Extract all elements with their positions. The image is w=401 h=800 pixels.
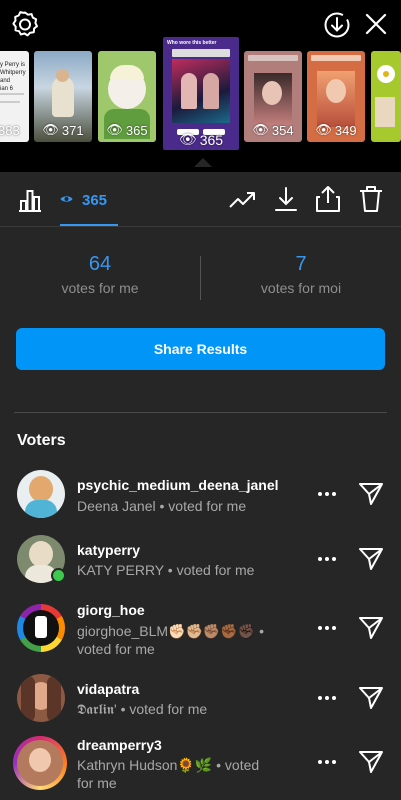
online-status-dot [51,568,66,583]
poll-label: votes for moi [260,280,342,296]
views-count: 365 [82,191,108,209]
voter-subtitle: KATY PERRY • voted for me [77,562,255,578]
view-count: 371 [61,122,84,138]
trending-icon[interactable] [229,188,257,212]
avatar[interactable] [17,604,65,652]
eye-icon: 👁 [252,122,269,137]
voter-username[interactable]: vidapatra [77,681,139,697]
delete-icon[interactable] [357,184,385,214]
story-thumbnail[interactable]: 👁 354 [244,51,302,142]
view-count: 365 [199,131,224,148]
voter-subtitle: Kathryn Hudson🌻🌿 • voted [77,757,260,773]
more-options-icon[interactable] [318,557,336,561]
share-icon[interactable] [314,184,342,214]
poll-divider [200,256,201,300]
eye-icon: 👁 [106,122,123,137]
avatar[interactable] [17,470,65,518]
send-icon[interactable] [358,616,384,645]
eye-icon: 👁 [315,122,332,137]
more-options-icon[interactable] [318,760,336,764]
send-icon[interactable] [358,686,384,715]
close-icon[interactable] [362,10,390,38]
send-icon[interactable] [358,482,384,511]
views-tab[interactable]: 365 [60,188,118,212]
download-circle-icon[interactable] [322,10,352,40]
story-thumbnail[interactable] [371,51,401,142]
poll-option-left: 64 votes for me [15,252,185,296]
voter-username[interactable]: katyperry [77,542,140,558]
story-thumbnail-selected[interactable]: Who wore this better 👁 365 [163,37,239,150]
tab-underline [60,224,118,226]
voter-subtitle: for me [77,775,117,791]
send-icon[interactable] [358,750,384,779]
avatar[interactable] [13,736,67,790]
view-count: 365 [125,122,148,138]
more-options-icon[interactable] [318,626,336,630]
story-text: ian 6 [0,86,14,92]
insights-bar-chart-icon[interactable] [16,186,44,214]
poll-option-right: 7 votes for moi [216,252,386,296]
story-thumbnail[interactable]: 👁 365 [98,51,156,142]
voter-username[interactable]: psychic_medium_deena_janel [77,477,279,493]
story-thumbnail-strip[interactable]: y Perry is Whitperry and ian 6 383 👁 371 … [0,37,401,157]
story-preview-header: y Perry is Whitperry and ian 6 383 👁 371 … [0,0,401,172]
story-thumbnail[interactable]: 👁 371 [34,51,92,142]
section-divider [14,412,387,413]
eye-icon: 👁 [178,131,197,147]
story-text: Whitperry and [0,70,26,84]
download-icon[interactable] [273,185,299,213]
voter-subtitle: giorghoe_BLM✊🏻✊🏼✊🏽✊🏾✊🏿 • [77,623,265,639]
view-count: 383 [0,123,20,138]
view-count: 349 [334,122,357,138]
settings-gear-icon[interactable] [10,9,40,39]
voter-username[interactable]: dreamperry3 [77,737,162,753]
send-icon[interactable] [358,547,384,576]
more-options-icon[interactable] [318,696,336,700]
poll-count: 64 [88,253,112,275]
share-results-button[interactable]: Share Results [16,328,385,370]
story-text: y Perry is [0,62,26,68]
view-count: 354 [271,122,294,138]
eye-icon: 👁 [42,122,59,137]
voter-subtitle: 𝕯𝖆𝖗𝖑𝖎𝖓' • voted for me [77,701,208,717]
voter-subtitle: Deena Janel • voted for me [77,498,247,514]
avatar[interactable] [17,674,65,722]
voter-subtitle: voted for me [77,641,155,657]
story-thumbnail[interactable]: y Perry is Whitperry and ian 6 383 [0,51,29,142]
poll-count: 7 [295,253,307,275]
eye-icon [60,191,73,209]
poll-banner: Who wore this better [167,40,217,46]
voter-username[interactable]: giorg_hoe [77,602,145,618]
insights-toolbar: 365 [0,172,401,227]
voters-heading: Voters [17,432,66,449]
more-options-icon[interactable] [318,492,336,496]
selected-indicator-caret [194,158,212,167]
poll-label: votes for me [61,280,139,296]
story-thumbnail[interactable]: 👁 349 [307,51,365,142]
